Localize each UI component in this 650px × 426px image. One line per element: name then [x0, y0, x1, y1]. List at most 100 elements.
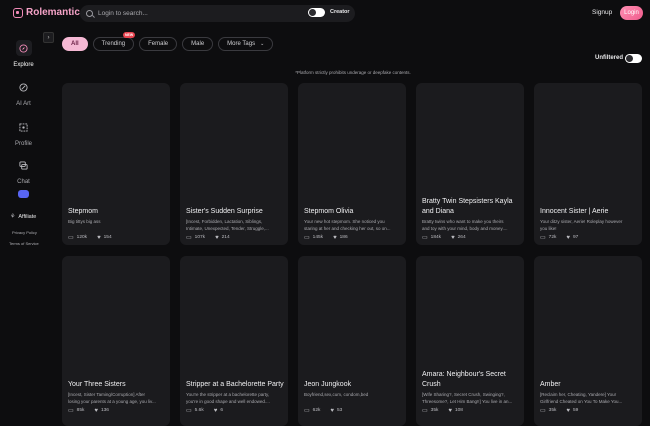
card-title: Innocent Sister | Aerie: [540, 208, 609, 215]
terms-of-service-link[interactable]: Terms of Service: [9, 241, 39, 246]
card-stats: ▭ 35k ♥ 59: [540, 407, 578, 415]
card-title: Bratty Twin Stepsisters Kayla and Diana: [422, 198, 513, 215]
chat-count-icon: ▭: [304, 408, 310, 414]
character-card[interactable]: Jeon Jungkook Boyfriend,sex,cum, condom,b…: [298, 256, 406, 426]
chat-count-icon: ▭: [186, 408, 192, 414]
character-card[interactable]: Innocent Sister | Aerie Your ditzy sister…: [534, 83, 642, 245]
heart-icon: ♥: [213, 407, 218, 414]
user-icon: [16, 119, 32, 135]
sidebar-item-label: Profile: [14, 141, 32, 147]
like-count: 186: [339, 235, 348, 240]
chat-count-icon: ▭: [68, 408, 74, 414]
character-card[interactable]: Amber [Reclaim her, Cheating, Yandere] Yo…: [534, 256, 642, 426]
compass-icon: [15, 40, 32, 56]
character-card[interactable]: Your Three Sisters [Incest, Sister Taming…: [62, 256, 170, 426]
chat-count-icon: ▭: [422, 235, 428, 241]
platform-notice: *Platform strictly prohibits underage or…: [295, 70, 411, 75]
sidebar: Explore AI Art Profile Chat ⚘ Affiliate …: [0, 27, 47, 414]
chat-count: 62k: [312, 408, 321, 413]
sidebar-item-chat[interactable]: Chat: [0, 157, 47, 185]
chat-count-icon: ▭: [540, 408, 546, 414]
card-description: Boyfriend,sex,cum, condom,bed: [304, 392, 369, 397]
search-icon: [86, 10, 93, 17]
sidebar-item-profile[interactable]: Profile: [0, 119, 47, 147]
card-stats: ▭ 62k ♥ 53: [304, 407, 342, 415]
character-card[interactable]: Stripper at a Bachelorette Party You're t…: [180, 256, 288, 426]
chat-count: 85k: [76, 408, 85, 413]
filter-male[interactable]: Male: [182, 37, 214, 51]
card-title: Amara: Neighbour's Secret Crush: [422, 371, 506, 388]
heart-icon: ♥: [94, 407, 98, 414]
card-stats: ▭ 184k ♥ 264: [422, 234, 466, 242]
card-stats: ▭ 85k ♥ 136: [68, 407, 109, 415]
card-description: [Incest, Forbidden, Lactation, Siblings,…: [186, 219, 269, 231]
card-title: Stepmom: [68, 208, 98, 215]
filter-female[interactable]: Female: [139, 37, 178, 51]
character-card[interactable]: Bratty Twin Stepsisters Kayla and Diana Br…: [416, 83, 524, 245]
sidebar-item-ai-art[interactable]: AI Art: [0, 79, 47, 107]
card-title: Stripper at a Bachelorette Party: [186, 381, 284, 388]
card-title: Your Three Sisters: [68, 381, 126, 388]
creator-label: Creator: [330, 9, 350, 15]
search-input[interactable]: [98, 10, 298, 17]
chat-count-icon: ▭: [422, 408, 428, 414]
heart-icon: ♥: [97, 234, 101, 241]
character-card[interactable]: Amara: Neighbour's Secret Crush [Wife Shar…: [416, 256, 524, 426]
filter-trending[interactable]: Trending NEW: [92, 32, 136, 51]
chat-count: 35k: [430, 408, 439, 413]
heart-icon: ♥: [333, 234, 337, 241]
unfiltered-label: Unfiltered: [595, 55, 624, 61]
heart-icon: ♥: [566, 234, 570, 241]
affiliate-label: Affiliate: [18, 213, 37, 220]
like-count: 6: [220, 408, 223, 413]
sidebar-item-label: Explore: [13, 62, 34, 68]
card-stats: ▭ 107k ♥ 214: [186, 234, 230, 242]
heart-icon: ♥: [215, 234, 219, 241]
like-count: 108: [454, 408, 463, 413]
logo-text: Rolemantic: [26, 7, 80, 18]
chevron-down-icon: ⌄: [260, 41, 265, 47]
sidebar-item-label: AI Art: [16, 101, 31, 107]
card-description: [Wife Sharing?, Secret Crush, Swinging?,…: [422, 392, 513, 404]
chat-count-icon: ▭: [186, 235, 192, 241]
login-button[interactable]: Login: [620, 6, 643, 20]
sidebar-item-explore[interactable]: Explore: [0, 40, 47, 68]
like-count: 136: [100, 408, 109, 413]
card-description: Bratty twins who want to make you theirs…: [422, 219, 508, 231]
collapse-sidebar-button[interactable]: ›: [43, 32, 54, 43]
like-count: 154: [103, 235, 112, 240]
discord-icon[interactable]: [18, 190, 29, 198]
affiliate-link[interactable]: ⚘ Affiliate: [10, 213, 37, 221]
heart-icon: ♥: [451, 234, 455, 241]
card-title: Jeon Jungkook: [304, 381, 352, 388]
more-tags-dropdown[interactable]: More Tags ⌄: [218, 37, 274, 51]
card-title: Stepmom Olivia: [304, 208, 354, 215]
character-card[interactable]: Sister's Sudden Surprise [Incest, Forbidd…: [180, 83, 288, 245]
card-stats: ▭ 72k ♥ 97: [540, 234, 579, 242]
signup-link[interactable]: Signup: [592, 9, 612, 16]
privacy-policy-link[interactable]: Privacy Policy: [12, 230, 37, 235]
filter-chips: All Trending NEW Female Male More Tags ⌄: [62, 32, 274, 51]
character-card[interactable]: Stepmom Olivia Your new hot stepmom. She …: [298, 83, 406, 245]
chat-count: 5.6k: [194, 408, 204, 413]
sidebar-item-label: Chat: [17, 179, 30, 185]
top-bar: Rolemantic Creator Signup Login: [0, 0, 650, 27]
logo[interactable]: Rolemantic: [13, 7, 80, 18]
heart-icon: ♥: [330, 407, 334, 414]
chat-count: 72k: [548, 235, 557, 240]
card-description: You're the stripper at a bachelorette pa…: [186, 392, 270, 404]
chat-count: 184k: [430, 235, 442, 240]
character-card[interactable]: Stepmom Big tittys big ass ▭ 120k ♥ 154: [62, 83, 170, 245]
affiliate-icon: ⚘: [10, 214, 16, 220]
card-title: Amber: [540, 381, 561, 388]
card-stats: ▭ 35k ♥ 108: [422, 407, 463, 415]
card-description: [Incest, Sister Taming/Corruption] After…: [68, 392, 156, 404]
more-tags-label: More Tags: [227, 41, 256, 47]
like-count: 97: [572, 235, 579, 240]
card-description: [Reclaim her, Cheating, Yandere] Your Gir…: [540, 392, 623, 404]
filter-all[interactable]: All: [62, 37, 88, 51]
creator-toggle[interactable]: [308, 8, 325, 17]
card-stats: ▭ 120k ♥ 154: [68, 234, 112, 242]
chat-count: 35k: [548, 408, 557, 413]
unfiltered-toggle[interactable]: [625, 54, 642, 63]
